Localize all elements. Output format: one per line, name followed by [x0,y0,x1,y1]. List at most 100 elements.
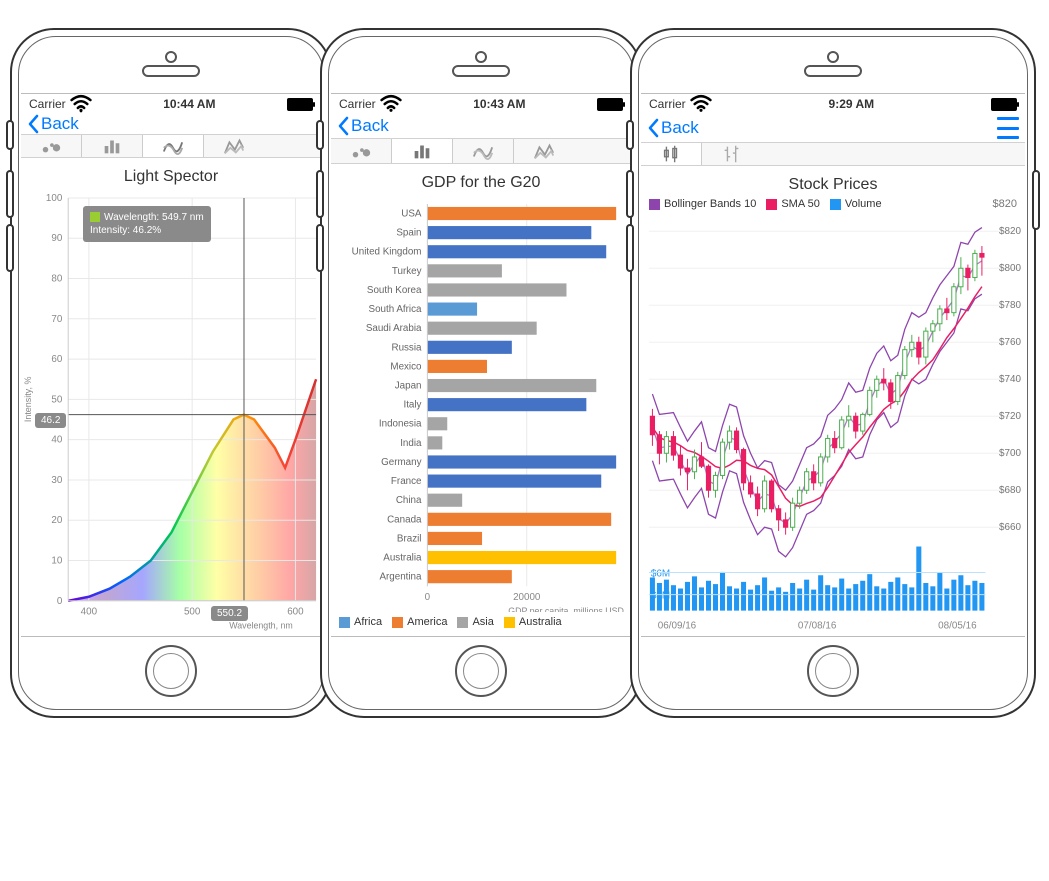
svg-text:20: 20 [51,515,62,526]
bar-icon [411,140,433,162]
tab-scatter[interactable] [21,135,82,157]
svg-text:Argentina: Argentina [379,571,422,582]
stock-chart[interactable]: $660$680$700$720$740$760$780$800$820$6M$… [641,216,1025,637]
nav-bar: Back [641,114,1025,143]
battery-icon [287,98,313,111]
svg-text:India: India [400,438,422,449]
svg-text:Russia: Russia [391,342,422,353]
chart-title: Stock Prices [641,170,1025,196]
legend-item: $820 [993,198,1017,210]
area-icon [223,135,245,157]
svg-text:07/08/16: 07/08/16 [798,621,837,632]
status-bar: Carrier 10:43 AM [331,94,631,114]
svg-text:Intensity, %: Intensity, % [23,377,33,423]
status-bar: Carrier 10:44 AM [21,94,321,114]
status-bar: Carrier 9:29 AM [641,94,1025,114]
tooltip-wavelength: Wavelength: 549.7 nm [104,212,204,223]
back-label: Back [661,118,699,138]
svg-text:$680: $680 [999,485,1021,496]
svg-text:Indonesia: Indonesia [379,419,422,430]
back-button[interactable]: Back [647,118,699,138]
legend-item: Asia [457,616,493,628]
chevron-left-icon [27,114,39,134]
candlestick-icon [660,143,682,165]
tab-spline[interactable] [143,135,204,157]
svg-text:Canada: Canada [387,514,422,525]
svg-text:Turkey: Turkey [392,266,422,277]
tab-spline[interactable] [453,139,514,163]
svg-text:80: 80 [51,273,62,284]
svg-text:70: 70 [51,314,62,325]
area-icon [533,140,555,162]
svg-text:$760: $760 [999,337,1021,348]
svg-text:60: 60 [51,354,62,365]
svg-text:South Korea: South Korea [367,285,422,296]
svg-text:Japan: Japan [395,380,422,391]
wifi-icon [690,93,712,115]
tab-area[interactable] [514,139,574,163]
chevron-left-icon [647,118,659,138]
home-button[interactable] [145,645,197,697]
chart-title: Light Spector [21,162,321,188]
svg-text:GDP per capita, millions USD: GDP per capita, millions USD [508,606,624,612]
tab-candlestick[interactable] [641,143,702,165]
svg-text:90: 90 [51,233,62,244]
carrier-label: Carrier [649,97,686,111]
chart-title: GDP for the G20 [331,168,631,194]
wifi-icon [380,93,402,115]
svg-text:China: China [396,495,422,506]
bar-icon [101,135,123,157]
svg-text:Australia: Australia [383,552,422,563]
battery-icon [597,98,623,111]
legend-item: Bollinger Bands 10 [649,198,756,210]
indicator-icon [721,143,743,165]
nav-bar: Back [21,114,321,135]
svg-text:06/09/16: 06/09/16 [658,621,697,632]
svg-text:500: 500 [184,607,201,618]
svg-text:Brazil: Brazil [397,533,422,544]
chart-type-tabs [331,139,631,164]
carrier-label: Carrier [339,97,376,111]
chevron-left-icon [337,116,349,136]
tooltip-intensity: Intensity: 46.2% [90,225,161,236]
back-button[interactable]: Back [27,114,79,134]
scatter-icon [40,135,62,157]
menu-button[interactable] [997,114,1019,142]
svg-text:30: 30 [51,475,62,486]
tab-area[interactable] [204,135,264,157]
svg-text:400: 400 [81,607,98,618]
battery-icon [991,98,1017,111]
carrier-label: Carrier [29,97,66,111]
home-button[interactable] [455,645,507,697]
chart-legend: Bollinger Bands 10SMA 50Volume$820 [641,196,1025,216]
svg-text:$720: $720 [999,411,1021,422]
chart-type-tabs [641,143,1025,166]
svg-text:Saudi Arabia: Saudi Arabia [366,323,422,334]
tab-bar[interactable] [392,139,453,163]
legend-item: SMA 50 [766,198,820,210]
home-button[interactable] [807,645,859,697]
back-label: Back [41,114,79,134]
back-button[interactable]: Back [337,116,389,136]
legend-item: America [392,616,447,628]
svg-text:50: 50 [51,394,62,405]
svg-text:10: 10 [51,555,62,566]
tab-bar[interactable] [82,135,143,157]
tab-indicator[interactable] [702,143,762,165]
nav-bar: Back [331,114,631,139]
svg-text:$3M: $3M [651,591,670,602]
chart-type-tabs [21,135,321,158]
svg-text:$800: $800 [999,263,1021,274]
svg-text:Spain: Spain [396,227,421,238]
spline-icon [162,135,184,157]
light-spector-chart[interactable]: 0102030405060708090100400500600Intensity… [21,188,321,636]
tab-scatter[interactable] [331,139,392,163]
legend-item: Africa [339,616,382,628]
svg-text:08/05/16: 08/05/16 [938,621,977,632]
svg-text:$780: $780 [999,300,1021,311]
gdp-chart[interactable]: 020000USASpainUnited KingdomTurkeySouth … [331,194,631,612]
svg-text:$700: $700 [999,448,1021,459]
svg-text:France: France [391,476,422,487]
svg-text:$6M: $6M [651,569,670,580]
back-label: Back [351,116,389,136]
